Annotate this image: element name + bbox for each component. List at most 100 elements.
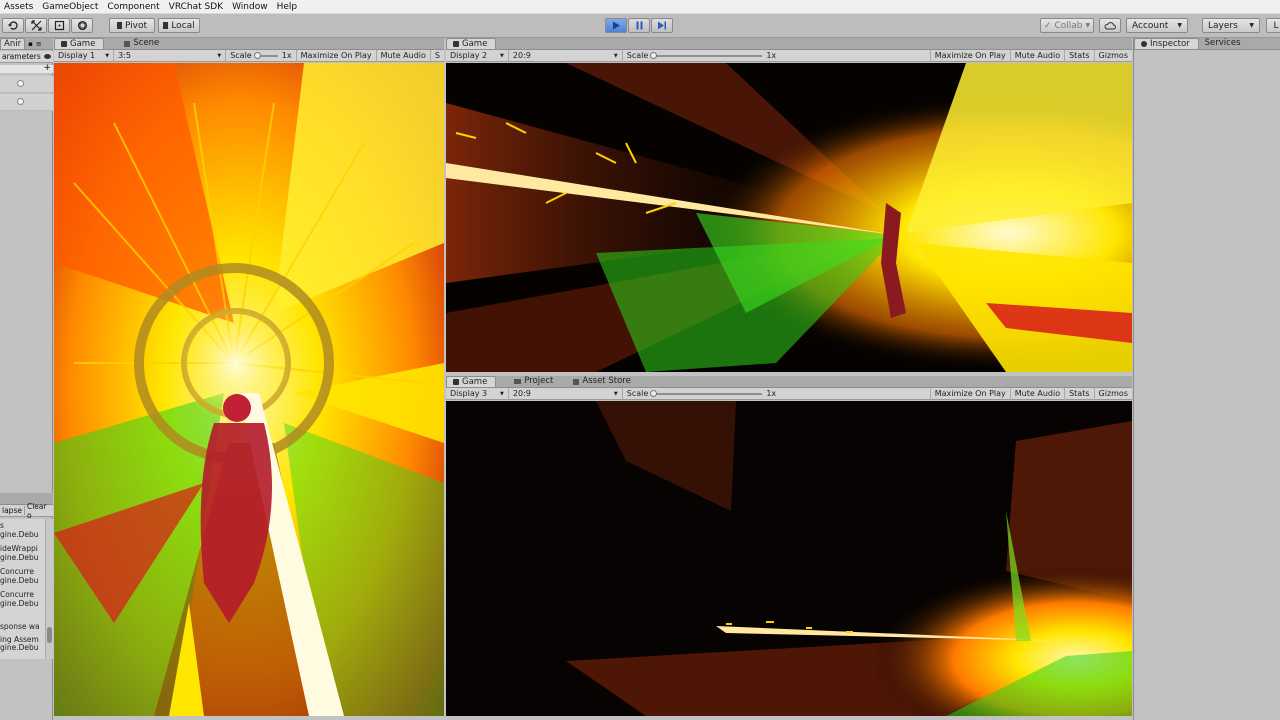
menu-component[interactable]: Component <box>103 2 164 12</box>
chevron-down-icon: ▼ <box>500 52 504 59</box>
tab-game-label: Game <box>462 38 488 49</box>
slider-knob[interactable] <box>650 389 658 397</box>
console-toolbar: lapse Clear o <box>0 502 53 520</box>
menu-icon[interactable]: ≡ <box>36 40 42 48</box>
scene-tab-icon <box>124 40 131 47</box>
eye-icon[interactable] <box>44 54 51 59</box>
scale-value: 1x <box>281 50 292 60</box>
collab-dropdown[interactable]: ✓ Collab ▼ <box>1040 18 1094 33</box>
display-dropdown[interactable]: Display 2 ▼ <box>446 49 509 62</box>
console-scrollbar[interactable] <box>45 519 53 659</box>
maximize-on-play-toggle[interactable]: Maximize On Play <box>931 387 1011 400</box>
rect-icon <box>54 20 64 31</box>
game3-controlbar: Display 3 ▼ 20:9 ▼ Scale 1x Maximize On … <box>446 387 1132 400</box>
console-log-list[interactable]: s gine.Debu ideWrappi gine.Debu Concurre… <box>0 519 45 659</box>
mute-audio-toggle[interactable]: Mute Audio <box>1011 387 1066 400</box>
aspect-dropdown[interactable]: 3:5 ▼ <box>114 49 227 62</box>
game1-tabbar: Game Scene <box>54 38 444 50</box>
scale-slider[interactable]: Scale 1x <box>623 387 931 400</box>
menu-help[interactable]: Help <box>273 2 303 12</box>
add-icon[interactable]: + <box>43 63 51 73</box>
radio-icon[interactable] <box>17 80 24 87</box>
slider-knob[interactable] <box>253 51 261 59</box>
parameter-row[interactable] <box>0 76 53 93</box>
tab-game[interactable]: Game <box>446 376 497 387</box>
check-icon: ✓ <box>1043 20 1052 31</box>
console-line: gine.Debu <box>0 644 39 652</box>
stats-toggle[interactable]: Stats <box>1065 387 1095 400</box>
game1-controlbar: Display 1 ▼ 3:5 ▼ Scale 1x Maximize On P… <box>54 49 444 62</box>
pivot-toggle[interactable]: Pivot <box>109 18 155 33</box>
scale-label: Scale <box>230 50 252 60</box>
info-icon <box>1141 41 1147 47</box>
layers-dropdown[interactable]: Layers ▼ <box>1202 18 1260 33</box>
lock-icon[interactable]: ▪ <box>28 40 33 48</box>
transform-tool-button[interactable] <box>71 18 93 33</box>
console-line: ideWrappi <box>0 545 38 553</box>
pivot-icon <box>116 22 122 29</box>
stats-toggle[interactable]: S <box>431 50 444 62</box>
account-dropdown[interactable]: Account ▼ <box>1126 18 1188 33</box>
maximize-on-play-toggle[interactable]: Maximize On Play <box>297 49 377 62</box>
scale-slider[interactable]: Scale 1x <box>623 49 931 62</box>
parameters-tab[interactable]: arameters <box>2 52 41 61</box>
account-label: Account <box>1132 20 1169 31</box>
cloud-icon <box>1104 21 1116 29</box>
tab-animator[interactable]: Anir <box>0 38 26 49</box>
scrollbar-thumb[interactable] <box>47 627 52 643</box>
gizmos-dropdown[interactable]: Gizmos <box>1095 50 1132 62</box>
tab-game[interactable]: Game <box>54 38 105 49</box>
game-tab-icon <box>61 41 67 47</box>
scale-slider[interactable]: Scale 1x <box>226 49 297 62</box>
local-icon <box>163 22 169 29</box>
scale-tool-button[interactable] <box>25 18 47 33</box>
tab-asset-store[interactable]: Asset Store <box>567 376 639 387</box>
folder-icon <box>514 379 522 384</box>
game3-viewport[interactable] <box>446 401 1132 716</box>
step-icon <box>658 21 666 30</box>
gizmos-dropdown[interactable]: Gizmos <box>1095 388 1132 400</box>
display-dropdown[interactable]: Display 3 ▼ <box>446 387 509 400</box>
rotate-tool-button[interactable] <box>2 18 24 33</box>
search-field[interactable]: + <box>0 63 53 73</box>
parameter-row[interactable] <box>0 94 53 111</box>
menu-gameobject[interactable]: GameObject <box>38 2 103 12</box>
aspect-label: 20:9 <box>512 388 531 398</box>
pause-button[interactable] <box>628 18 650 33</box>
mute-audio-toggle[interactable]: Mute Audio <box>1011 49 1066 62</box>
game1-viewport[interactable] <box>54 63 444 716</box>
layout-dropdown[interactable]: L <box>1266 18 1280 33</box>
tab-inspector-label: Inspector <box>1150 38 1190 49</box>
menu-window[interactable]: Window <box>228 2 273 12</box>
clear-on-play-button[interactable]: Clear o <box>25 502 53 520</box>
slider-knob[interactable] <box>650 51 658 59</box>
tab-inspector[interactable]: Inspector <box>1134 38 1199 49</box>
tab-project[interactable]: Project <box>508 376 562 387</box>
aspect-dropdown[interactable]: 20:9 ▼ <box>509 387 623 400</box>
console-line: ing Assem <box>0 635 39 644</box>
stats-toggle[interactable]: Stats <box>1065 49 1095 62</box>
console-line: gine.Debu <box>0 576 39 585</box>
game2-viewport[interactable] <box>446 63 1132 372</box>
play-button[interactable] <box>605 18 627 33</box>
chevron-down-icon: ▼ <box>1177 22 1182 29</box>
display-dropdown[interactable]: Display 1 ▼ <box>54 49 115 62</box>
display-label: Display 3 <box>450 388 488 398</box>
local-toggle[interactable]: Local <box>158 18 200 33</box>
cloud-button[interactable] <box>1099 18 1121 33</box>
rect-tool-button[interactable] <box>48 18 70 33</box>
chevron-down-icon: ▼ <box>613 52 618 59</box>
step-button[interactable] <box>651 18 673 33</box>
local-label: Local <box>171 20 195 31</box>
aspect-dropdown[interactable]: 20:9 ▼ <box>509 49 623 62</box>
menu-assets[interactable]: Assets <box>0 2 38 12</box>
display-label: Display 1 <box>58 50 96 60</box>
collapse-button[interactable]: lapse <box>0 506 25 515</box>
mute-audio-toggle[interactable]: Mute Audio <box>377 49 431 62</box>
radio-icon[interactable] <box>17 98 24 105</box>
maximize-on-play-toggle[interactable]: Maximize On Play <box>931 49 1011 62</box>
menu-vrchat-sdk[interactable]: VRChat SDK <box>165 2 228 12</box>
tab-game[interactable]: Game <box>446 38 497 49</box>
tab-services[interactable]: Services <box>1198 38 1249 49</box>
tab-scene[interactable]: Scene <box>118 38 168 49</box>
